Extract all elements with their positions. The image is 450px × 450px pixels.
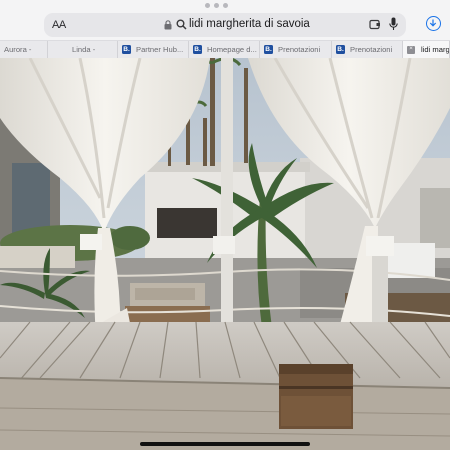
tab-bar: Aurora - Linda - B. Partner Hub... B. Ho… <box>0 40 450 58</box>
lock-icon <box>164 20 172 30</box>
address-bar[interactable]: lidi margherita di savoia <box>44 13 406 37</box>
home-indicator[interactable] <box>140 442 310 446</box>
booking-favicon-icon: B. <box>193 45 202 54</box>
download-icon[interactable] <box>426 16 441 31</box>
tab-label: Homepage d... <box>207 45 257 54</box>
url-text[interactable]: lidi margherita di savoia <box>189 18 310 30</box>
tab-prenotazioni-1[interactable]: B. Prenotazioni <box>260 41 332 58</box>
search-icon <box>176 19 187 30</box>
booking-favicon-icon: B. <box>264 45 273 54</box>
browser-chrome: lidi margherita di savoia AA Aurora - Li… <box>0 0 450 58</box>
booking-favicon-icon: B. <box>122 45 131 54</box>
tab-label: lidi margheri <box>421 45 450 54</box>
tab-prenotazioni-2[interactable]: B. Prenotazioni <box>332 41 403 58</box>
multitask-dots[interactable] <box>205 3 228 8</box>
tab-active-lidi[interactable]: × lidi margheri <box>403 41 450 58</box>
tab-label: Prenotazioni <box>278 45 321 54</box>
tab-label: Partner Hub... <box>136 45 184 54</box>
tab-label: Linda - <box>72 45 96 54</box>
tab-label: Prenotazioni <box>350 45 393 54</box>
booking-favicon-icon: B. <box>336 45 345 54</box>
tab-aurora[interactable]: Aurora - <box>0 41 48 58</box>
microphone-icon[interactable] <box>389 17 398 31</box>
extensions-icon[interactable] <box>369 19 381 30</box>
beach-club-photo <box>0 58 450 450</box>
tab-label: Aurora - <box>4 45 32 54</box>
tab-partner-hub[interactable]: B. Partner Hub... <box>118 41 189 58</box>
tab-homepage[interactable]: B. Homepage d... <box>189 41 260 58</box>
close-tab-icon[interactable]: × <box>407 45 415 54</box>
reader-mode-button[interactable]: AA <box>52 19 66 31</box>
tab-linda[interactable]: Linda - <box>48 41 118 58</box>
